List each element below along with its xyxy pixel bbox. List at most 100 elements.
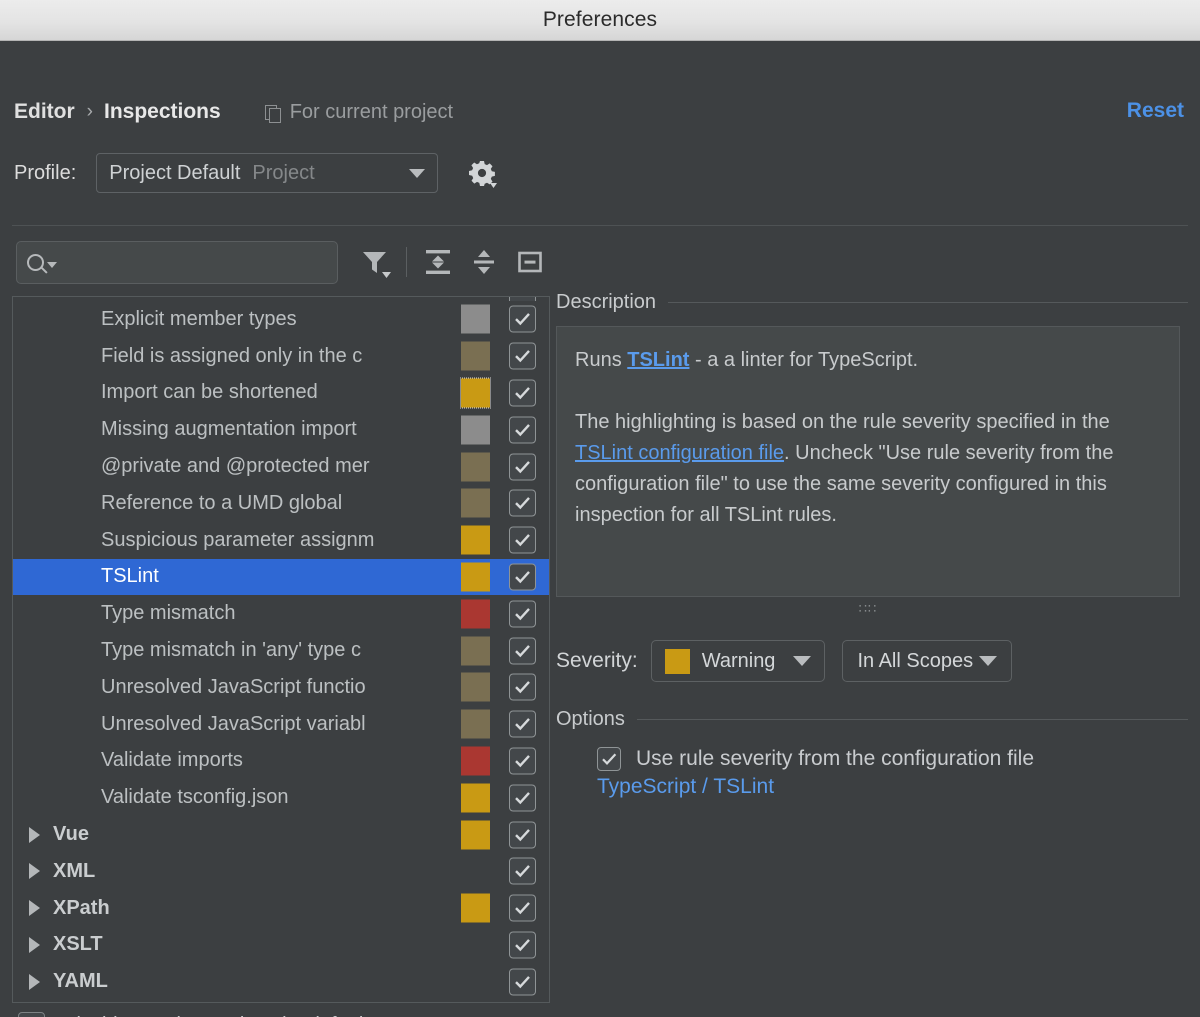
inspection-row[interactable]: Missing augmentation import <box>13 411 549 448</box>
expand-all-icon[interactable] <box>415 240 461 284</box>
severity-color-swatch[interactable] <box>461 710 490 739</box>
disable-new-inspections-checkbox[interactable]: Disable new inspections by default <box>18 1012 369 1017</box>
inspection-enabled-checkbox[interactable] <box>509 453 536 480</box>
search-input[interactable] <box>65 252 327 273</box>
severity-color-swatch[interactable] <box>461 746 490 775</box>
inspection-row[interactable]: @private and @protected mer <box>13 448 549 485</box>
search-icon[interactable] <box>27 254 57 271</box>
preferences-body: Editor › Inspections For current project… <box>0 41 1200 1017</box>
inspection-label: YAML <box>53 970 549 993</box>
severity-color-swatch[interactable] <box>461 415 490 444</box>
profile-selected-value: Project Default <box>109 162 240 185</box>
inspection-row[interactable]: Import can be shortened <box>13 375 549 412</box>
severity-color-swatch[interactable] <box>461 489 490 518</box>
inspection-row[interactable]: Explicit member types <box>13 301 549 338</box>
severity-value: Warning <box>702 650 776 673</box>
inspection-enabled-checkbox[interactable] <box>509 379 536 406</box>
description-paragraph-1: Runs TSLint - a a linter for TypeScript. <box>575 345 1159 376</box>
inspection-group-row[interactable]: XPath <box>13 890 549 927</box>
filter-funnel-icon[interactable] <box>352 240 398 284</box>
inspections-tree[interactable]: Equality operator may cause tExplicit me… <box>12 296 550 1003</box>
copy-icon <box>265 103 282 121</box>
inspection-group-row[interactable]: XSLT <box>13 927 549 964</box>
inspection-enabled-checkbox[interactable] <box>509 490 536 517</box>
severity-color-swatch[interactable] <box>461 599 490 628</box>
inspection-row[interactable]: Type mismatch in 'any' type c <box>13 632 549 669</box>
checkbox-box <box>597 747 621 771</box>
search-box[interactable] <box>16 241 338 284</box>
inspection-enabled-checkbox[interactable] <box>509 858 536 885</box>
inspection-enabled-checkbox[interactable] <box>509 306 536 333</box>
expand-triangle-icon[interactable] <box>29 863 40 879</box>
inspection-enabled-checkbox[interactable] <box>509 747 536 774</box>
severity-color-swatch[interactable] <box>461 526 490 555</box>
inspection-enabled-checkbox[interactable] <box>509 637 536 664</box>
inspection-row-selected[interactable]: TSLint <box>13 559 549 596</box>
inspection-row[interactable]: Type mismatch <box>13 595 549 632</box>
severity-color-swatch[interactable] <box>461 305 490 334</box>
window-titlebar: Preferences <box>0 0 1200 41</box>
inspection-row[interactable]: Unresolved JavaScript variabl <box>13 706 549 743</box>
chevron-down-icon <box>793 656 811 666</box>
tslint-link[interactable]: TSLint <box>627 349 689 371</box>
inspection-enabled-checkbox[interactable] <box>509 343 536 370</box>
typescript-tslint-link[interactable]: TypeScript / TSLint <box>597 775 1188 799</box>
use-rule-severity-checkbox[interactable]: Use rule severity from the configuration… <box>597 747 1188 771</box>
severity-color-swatch[interactable] <box>461 378 490 407</box>
inspection-row[interactable]: Reference to a UMD global <box>13 485 549 522</box>
inspection-group-row[interactable]: YAML <box>13 963 549 1000</box>
inspection-enabled-checkbox[interactable] <box>509 968 536 995</box>
scope-note: For current project <box>265 101 453 124</box>
expand-triangle-icon[interactable] <box>29 900 40 916</box>
window-title: Preferences <box>543 8 657 32</box>
inspection-enabled-checkbox[interactable] <box>509 821 536 848</box>
inspection-enabled-checkbox[interactable] <box>509 527 536 554</box>
severity-color-swatch[interactable] <box>461 820 490 849</box>
breadcrumb-separator-icon: › <box>87 101 93 123</box>
inspection-row[interactable]: Validate imports <box>13 743 549 780</box>
inspection-enabled-checkbox[interactable] <box>509 674 536 701</box>
inspection-group-row[interactable]: XML <box>13 853 549 890</box>
tslint-config-file-link[interactable]: TSLint configuration file <box>575 442 784 464</box>
desc-p1-after: - a a linter for TypeScript. <box>689 349 918 371</box>
severity-select[interactable]: Warning <box>651 640 826 682</box>
gear-icon[interactable] <box>464 156 498 190</box>
inspection-enabled-checkbox[interactable] <box>509 600 536 627</box>
severity-color-swatch[interactable] <box>461 894 490 923</box>
inspection-row[interactable]: Validate tsconfig.json <box>13 779 549 816</box>
inspection-enabled-checkbox[interactable] <box>509 711 536 738</box>
severity-color-swatch[interactable] <box>461 673 490 702</box>
breadcrumb: Editor › Inspections For current project <box>14 95 453 129</box>
resize-grip-handle[interactable]: ∷∷ <box>556 604 1180 614</box>
scope-value: In All Scopes <box>857 650 973 673</box>
severity-color-swatch[interactable] <box>461 783 490 812</box>
profile-select[interactable]: Project Default Project <box>96 153 438 193</box>
scope-select[interactable]: In All Scopes <box>842 640 1012 682</box>
inspection-group-row[interactable]: Vue <box>13 816 549 853</box>
severity-color-swatch[interactable] <box>461 636 490 665</box>
checkbox-box <box>18 1012 45 1017</box>
inspection-enabled-checkbox[interactable] <box>509 895 536 922</box>
inspection-enabled-checkbox[interactable] <box>509 931 536 958</box>
breadcrumb-editor[interactable]: Editor <box>14 100 75 124</box>
inspection-enabled-checkbox[interactable] <box>509 416 536 443</box>
inspection-row[interactable]: Suspicious parameter assignm <box>13 522 549 559</box>
inspection-row[interactable]: Field is assigned only in the c <box>13 338 549 375</box>
inspection-row[interactable]: Unresolved JavaScript functio <box>13 669 549 706</box>
inspection-enabled-checkbox[interactable] <box>509 563 536 590</box>
minus-box-icon[interactable] <box>507 240 553 284</box>
use-rule-severity-label: Use rule severity from the configuration… <box>636 747 1034 771</box>
severity-color-swatch[interactable] <box>461 452 490 481</box>
reset-button[interactable]: Reset <box>1127 99 1184 123</box>
chevron-down-icon <box>409 169 425 178</box>
description-box: Runs TSLint - a a linter for TypeScript.… <box>556 326 1180 597</box>
inspections-toolbar <box>16 240 553 284</box>
collapse-all-icon[interactable] <box>461 240 507 284</box>
severity-color-swatch[interactable] <box>461 562 490 591</box>
severity-color-swatch[interactable] <box>461 342 490 371</box>
expand-triangle-icon[interactable] <box>29 974 40 990</box>
inspection-label: XML <box>53 860 549 883</box>
inspection-enabled-checkbox[interactable] <box>509 784 536 811</box>
expand-triangle-icon[interactable] <box>29 827 40 843</box>
expand-triangle-icon[interactable] <box>29 937 40 953</box>
